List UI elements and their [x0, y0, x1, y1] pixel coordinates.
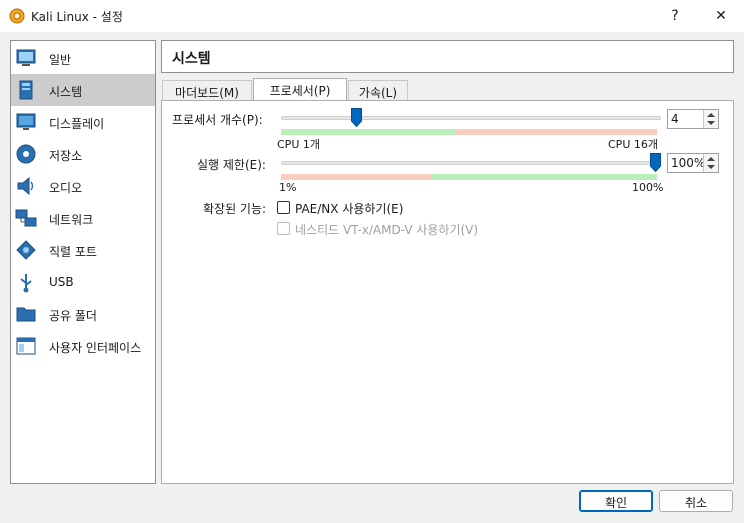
sidebar-item-label: 네트워크	[49, 213, 94, 227]
shared-folder-icon	[16, 307, 36, 322]
extended-features-label: 확장된 기능:	[203, 202, 267, 216]
sidebar-item-label: 일반	[49, 53, 72, 67]
window-title: Kali Linux - 설정	[31, 10, 123, 24]
execution-cap-max-label: 100%	[632, 181, 664, 194]
execution-cap-slider-track[interactable]	[281, 161, 661, 165]
spin-up-icon[interactable]	[707, 157, 715, 161]
sidebar-item-label: 저장소	[49, 149, 83, 163]
execution-cap-label: 실행 제한(E):	[197, 158, 266, 172]
serial-port-icon	[16, 240, 36, 260]
processor-slider-track[interactable]	[281, 116, 661, 120]
sidebar-item-label: USB	[49, 275, 74, 289]
sidebar-item-shared-folders[interactable]: 공유 폴더	[11, 298, 155, 330]
tab-acceleration[interactable]: 가속(L)	[348, 80, 408, 101]
ok-button[interactable]: 확인	[579, 490, 653, 512]
sidebar-item-network[interactable]: 네트워크	[11, 202, 155, 234]
nested-vtx-label: 네스티드 VT-x/AMD-V 사용하기(V)	[295, 223, 479, 237]
sidebar-item-display[interactable]: 디스플레이	[11, 106, 155, 138]
title-bar: Kali Linux - 설정 ? ✕	[0, 0, 744, 32]
spin-down-icon[interactable]	[707, 165, 715, 169]
general-icon	[16, 49, 36, 66]
spin-arrows[interactable]	[703, 110, 718, 128]
settings-sidebar: 일반 시스템 디스플레이 저장소 오디오 네트워크 직렬 포트 USB 공유 폴…	[10, 40, 156, 484]
sidebar-item-general[interactable]: 일반	[11, 42, 155, 74]
network-icon	[15, 209, 37, 227]
processor-range-bar	[281, 129, 657, 135]
sidebar-item-storage[interactable]: 저장소	[11, 138, 155, 170]
execution-cap-spinbox[interactable]: 100%	[667, 153, 719, 173]
tab-motherboard[interactable]: 마더보드(M)	[162, 80, 252, 101]
display-icon	[16, 113, 36, 130]
sidebar-item-user-interface[interactable]: 사용자 인터페이스	[11, 330, 155, 362]
processor-max-label: CPU 16개	[608, 138, 658, 151]
sidebar-item-audio[interactable]: 오디오	[11, 170, 155, 202]
close-button[interactable]: ✕	[698, 0, 744, 32]
user-interface-icon	[16, 337, 36, 355]
processor-min-label: CPU 1개	[277, 138, 320, 151]
virtualbox-gear-icon	[9, 8, 25, 24]
processor-slider-thumb[interactable]	[350, 108, 362, 127]
spin-down-icon[interactable]	[707, 121, 715, 125]
storage-icon	[16, 144, 36, 164]
system-icon	[19, 80, 33, 100]
nested-vtx-checkbox	[277, 222, 290, 235]
usb-icon	[20, 274, 32, 293]
sidebar-item-system[interactable]: 시스템	[11, 74, 155, 106]
processor-count-label: 프로세서 개수(P):	[172, 113, 263, 127]
pae-nx-label[interactable]: PAE/NX 사용하기(E)	[295, 200, 403, 217]
processor-count-value: 4	[671, 112, 679, 126]
execution-cap-slider-thumb[interactable]	[650, 153, 661, 172]
section-title: 시스템	[161, 40, 734, 73]
processor-count-spinbox[interactable]: 4	[667, 109, 719, 129]
sidebar-item-label: 시스템	[49, 85, 83, 99]
pae-nx-checkbox[interactable]	[277, 201, 290, 214]
sidebar-item-usb[interactable]: USB	[11, 266, 155, 298]
help-button[interactable]: ?	[652, 0, 698, 32]
sidebar-item-label: 디스플레이	[49, 117, 105, 131]
sidebar-item-label: 오디오	[49, 181, 83, 195]
spin-arrows[interactable]	[703, 154, 718, 172]
cancel-button[interactable]: 취소	[659, 490, 733, 512]
sidebar-item-label: 직렬 포트	[49, 245, 97, 259]
execution-cap-min-label: 1%	[279, 181, 297, 194]
sidebar-item-label: 사용자 인터페이스	[49, 341, 142, 355]
execution-cap-range-bar	[281, 174, 657, 180]
execution-cap-value: 100%	[671, 156, 706, 170]
sidebar-item-label: 공유 폴더	[49, 309, 97, 323]
tab-processor[interactable]: 프로세서(P)	[253, 78, 347, 102]
spin-up-icon[interactable]	[707, 113, 715, 117]
sidebar-item-serial-port[interactable]: 직렬 포트	[11, 234, 155, 266]
audio-icon	[17, 176, 34, 196]
